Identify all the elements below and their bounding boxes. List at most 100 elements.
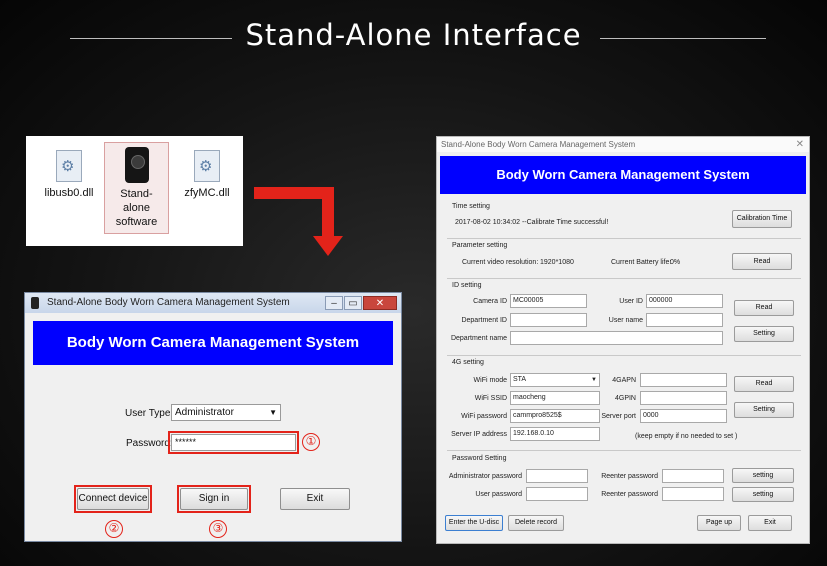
close-button[interactable]: ✕ — [363, 296, 397, 310]
department-name-input[interactable] — [510, 331, 723, 345]
admin-password-label: Administrator password — [448, 473, 522, 480]
server-port-input[interactable]: 0000 — [640, 409, 727, 423]
admin-password-setting-button[interactable]: setting — [732, 468, 794, 483]
user-id-input[interactable]: 000000 — [646, 294, 723, 308]
wifi-password-label: WiFi password — [461, 413, 507, 420]
mgmt-exit-button[interactable]: Exit — [748, 515, 792, 531]
user-password-setting-button[interactable]: setting — [732, 487, 794, 502]
server-note: (keep empty if no needed to set ) — [635, 433, 738, 440]
delete-record-button[interactable]: Delete record — [508, 515, 564, 531]
reenter-password-input-2[interactable] — [662, 487, 724, 501]
wifi-mode-value: STA — [513, 376, 527, 383]
file-label: zfyMC.dll — [184, 187, 230, 199]
reenter-password-input-1[interactable] — [662, 469, 724, 483]
dll-gear-icon — [56, 150, 82, 182]
user-type-select[interactable]: Administrator ▼ — [171, 404, 281, 421]
login-banner: Body Worn Camera Management System — [33, 321, 393, 365]
calibration-time-button[interactable]: Calibration Time — [732, 210, 792, 228]
department-name-label: Department name — [450, 335, 507, 342]
minimize-button[interactable]: – — [325, 296, 343, 310]
step-marker-1: ① — [302, 433, 320, 451]
id-setting-title: ID setting — [452, 282, 482, 289]
mgmt-titlebar: Stand-Alone Body Worn Camera Management … — [437, 137, 809, 152]
4g-apn-label: 4GAPN — [612, 377, 636, 384]
file-label-line: software — [115, 216, 158, 228]
step-marker-2: ② — [105, 520, 123, 538]
wifi-ssid-label: WiFi SSID — [474, 395, 507, 402]
battery-life-value: 0% — [670, 259, 681, 266]
user-name-input[interactable] — [646, 313, 723, 327]
page-title: Stand-Alone Interface — [245, 18, 582, 52]
connect-highlight — [74, 485, 152, 513]
camera-id-label: Camera ID — [473, 298, 507, 305]
file-libusb0[interactable]: libusb0.dll — [34, 150, 104, 200]
red-arrow-shaft-down — [322, 187, 334, 237]
wifi-password-input[interactable]: cammpro8525$ — [510, 409, 600, 423]
login-window-title: Stand-Alone Body Worn Camera Management … — [47, 297, 290, 308]
server-ip-label: Server IP address — [451, 431, 507, 438]
file-stand-alone-software[interactable]: Stand- alone software — [104, 142, 169, 234]
sign-in-highlight — [177, 485, 251, 513]
step-marker-3: ③ — [209, 520, 227, 538]
wifi-ssid-input[interactable]: maocheng — [510, 391, 600, 405]
file-zfymc[interactable]: zfyMC.dll — [172, 150, 242, 200]
admin-password-input[interactable] — [526, 469, 588, 483]
id-setting-button[interactable]: Setting — [734, 326, 794, 342]
maximize-button[interactable]: ▭ — [344, 296, 362, 310]
4g-pin-label: 4GPIN — [614, 395, 636, 402]
video-resolution-value: 1920*1080 — [540, 259, 574, 266]
mgmt-close-icon[interactable]: ✕ — [796, 137, 804, 152]
4g-pin-input[interactable] — [640, 391, 727, 405]
server-port-label: Server port — [601, 413, 636, 420]
department-id-label: Department ID — [461, 317, 507, 324]
chevron-down-icon: ▼ — [269, 408, 277, 417]
wifi-mode-select[interactable]: STA ▼ — [510, 373, 600, 387]
page-up-button[interactable]: Page up — [697, 515, 741, 531]
divider — [447, 278, 801, 279]
department-id-input[interactable] — [510, 313, 587, 327]
id-read-button[interactable]: Read — [734, 300, 794, 316]
file-label: libusb0.dll — [44, 187, 94, 199]
time-setting-title: Time setting — [452, 203, 490, 210]
mgmt-banner: Body Worn Camera Management System — [440, 156, 806, 194]
file-label-line: Stand- — [120, 188, 153, 200]
user-type-label: User Type: — [125, 408, 174, 419]
4g-apn-input[interactable] — [640, 373, 727, 387]
parameter-setting-title: Parameter setting — [452, 242, 508, 249]
app-camera-icon — [31, 297, 39, 309]
login-exit-button[interactable]: Exit — [280, 488, 350, 510]
enter-u-disc-button[interactable]: Enter the U-disc — [445, 515, 503, 531]
login-titlebar: Stand-Alone Body Worn Camera Management … — [25, 293, 401, 313]
red-arrow-head-icon — [313, 236, 343, 256]
server-ip-input[interactable]: 192.168.0.10 — [510, 427, 600, 441]
management-window: Stand-Alone Body Worn Camera Management … — [436, 136, 810, 544]
4g-setting-button[interactable]: Setting — [734, 402, 794, 418]
battery-life-label: Current Battery life: — [611, 259, 672, 266]
chevron-down-icon: ▼ — [591, 377, 597, 383]
password-setting-title: Password Setting — [452, 455, 507, 462]
user-password-input[interactable] — [526, 487, 588, 501]
user-id-label: User ID — [619, 298, 643, 305]
reenter-password-label-2: Reenter password — [601, 491, 658, 498]
user-type-value: Administrator — [175, 407, 234, 418]
divider — [447, 355, 801, 356]
wifi-mode-label: WiFi mode — [473, 377, 507, 384]
dll-gear-icon — [194, 150, 220, 182]
divider — [447, 238, 801, 239]
camera-id-input[interactable]: MC00005 — [510, 294, 587, 308]
file-explorer-panel: libusb0.dll Stand- alone software zfyMC.… — [26, 136, 243, 246]
4g-setting-title: 4G setting — [452, 359, 484, 366]
parameter-read-button[interactable]: Read — [732, 253, 792, 270]
divider — [447, 450, 801, 451]
login-window: Stand-Alone Body Worn Camera Management … — [24, 292, 402, 542]
mgmt-window-title: Stand-Alone Body Worn Camera Management … — [441, 140, 636, 149]
user-name-label: User name — [608, 317, 643, 324]
password-highlight — [168, 431, 299, 454]
reenter-password-label-1: Reenter password — [601, 473, 658, 480]
password-label: Password: — [126, 438, 173, 449]
calibration-status: 2017-08-02 10:34:02 --Calibrate Time suc… — [455, 219, 609, 226]
file-label-line: alone — [123, 202, 150, 214]
4g-read-button[interactable]: Read — [734, 376, 794, 392]
video-resolution-label: Current video resolution: — [462, 259, 539, 266]
user-password-label: User password — [475, 491, 522, 498]
